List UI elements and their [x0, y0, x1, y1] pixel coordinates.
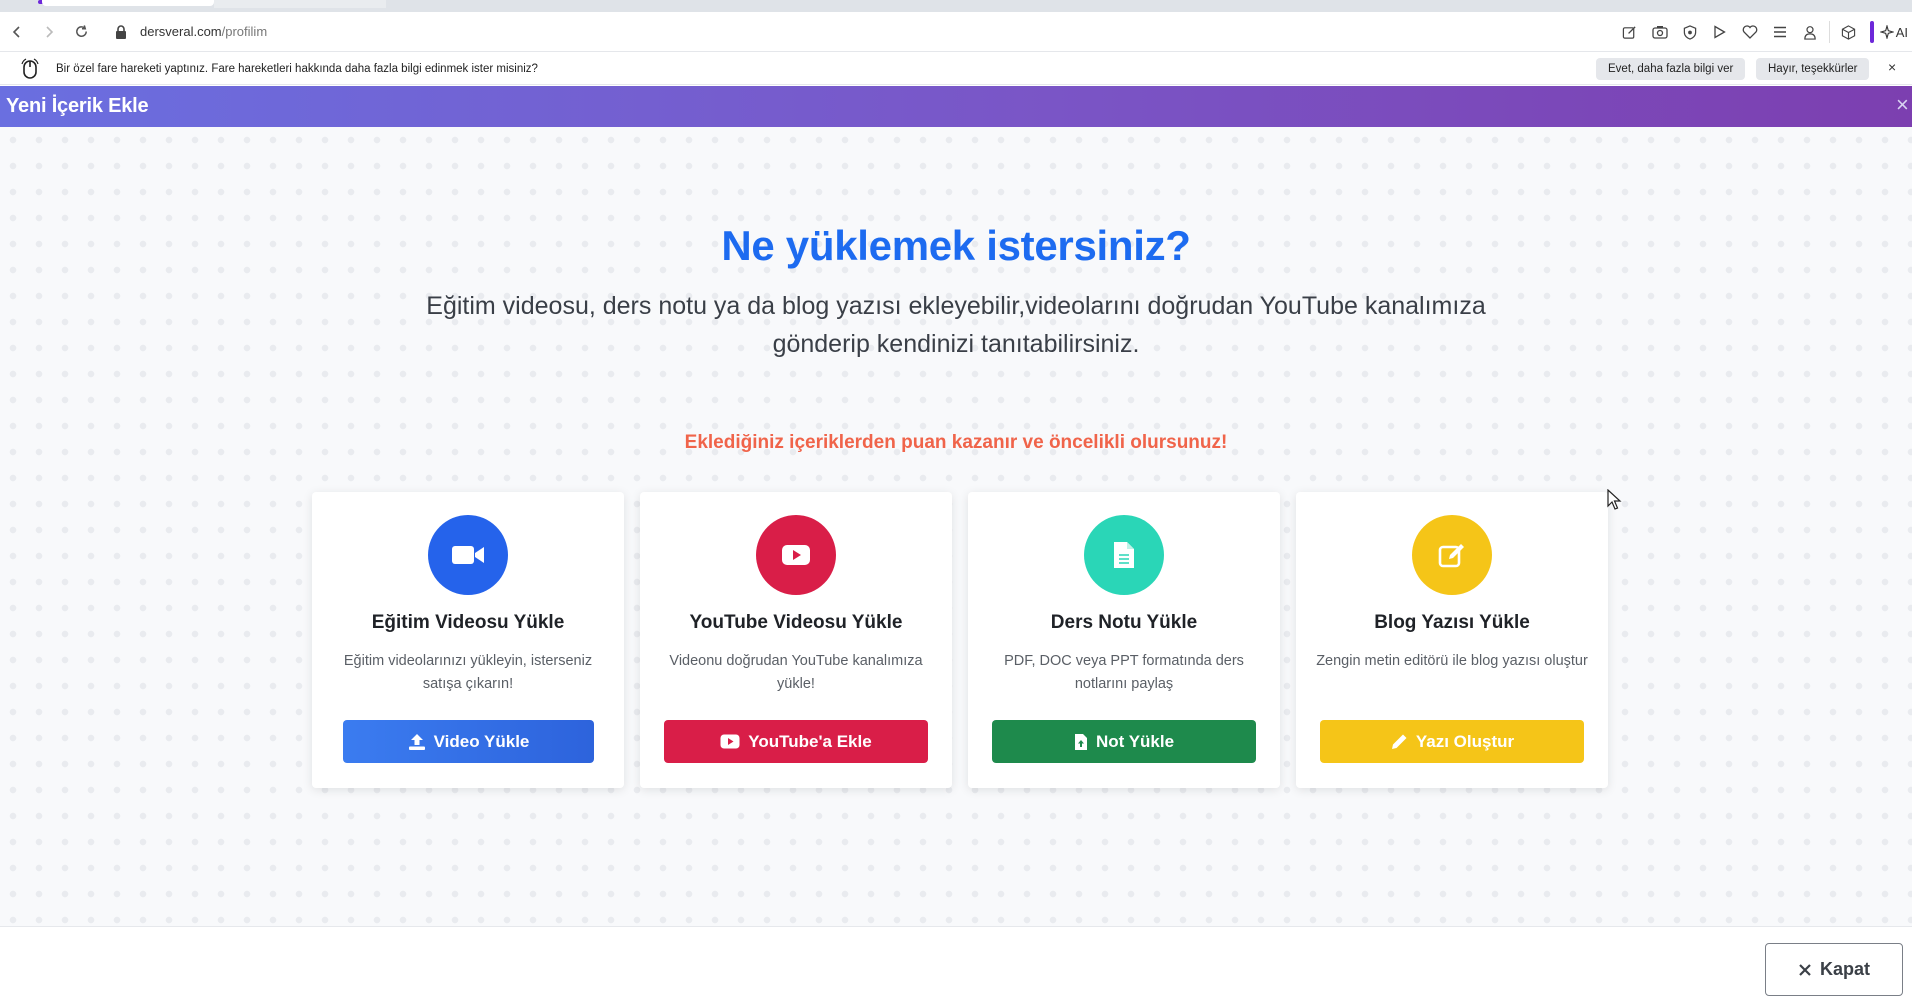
card-description: Eğitim videolarınızı yükleyin, isterseni… [343, 653, 593, 692]
inactive-tab[interactable] [214, 0, 386, 8]
close-button-label: Kapat [1819, 959, 1870, 979]
sparkle-icon [1879, 25, 1894, 39]
browser-toolbar: dersveral.com/profilim AI [0, 12, 1912, 52]
infobar-message: Bir özel fare hareketi yaptınız. Fare ha… [56, 62, 538, 75]
card-title: Eğitim Videosu Yükle [371, 612, 565, 633]
card-description: Videonu doğrudan YouTube kanalımıza yükl… [669, 653, 923, 692]
promo-text: Eklediğiniz içeriklerden puan kazanır ve… [684, 432, 1228, 453]
ai-button[interactable]: AI [1879, 24, 1912, 40]
infobar-no-button[interactable]: Hayır, teşekkürler [1756, 58, 1870, 80]
toolbar-separator [1828, 21, 1830, 43]
infobar-yes-button[interactable]: Evet, daha fazla bilgi ver [1596, 58, 1746, 80]
card-description: PDF, DOC veya PPT formatında ders notlar… [1004, 653, 1244, 692]
document-icon [1084, 515, 1164, 595]
edit-page-icon[interactable] [1615, 17, 1645, 47]
video-camera-icon [428, 515, 508, 595]
close-modal-button[interactable]: Kapat [1765, 943, 1903, 996]
play-icon[interactable] [1705, 17, 1735, 47]
menu-icon[interactable] [1765, 17, 1795, 47]
youtube-icon [720, 734, 740, 749]
card-education-video: Eğitim Videosu Yükle Eğitim videolarınız… [312, 492, 624, 788]
button-label: Video Yükle [433, 731, 530, 751]
card-title: Blog Yazısı Yükle [1374, 612, 1530, 633]
profile-icon[interactable] [1795, 17, 1825, 47]
youtube-play-icon [756, 515, 836, 595]
page-title: Ne yüklemek istersiniz? [721, 222, 1191, 269]
card-title: YouTube Videosu Yükle [689, 612, 903, 633]
camera-icon[interactable] [1645, 17, 1675, 47]
modal-title: Yeni İçerik Ekle [6, 95, 149, 117]
button-label: Yazı Oluştur [1415, 731, 1515, 751]
forward-button[interactable] [34, 17, 64, 47]
pencil-icon [1391, 734, 1407, 749]
lock-icon[interactable] [114, 24, 128, 40]
upload-video-button[interactable]: Video Yükle [343, 720, 594, 763]
mouse-gesture-infobar: Bir özel fare hareketi yaptınız. Fare ha… [0, 53, 1912, 85]
add-to-youtube-button[interactable]: YouTube'a Ekle [664, 720, 928, 763]
reload-button[interactable] [66, 17, 96, 47]
back-arrow-icon [12, 25, 20, 38]
upload-icon [408, 733, 425, 750]
url-host: dersveral.com [140, 24, 222, 39]
back-button[interactable] [2, 17, 32, 47]
heart-icon[interactable] [1735, 17, 1765, 47]
mouse-cursor-icon [1607, 489, 1622, 510]
ai-indicator [1869, 21, 1874, 43]
card-description: Zengin metin editörü ile blog yazısı olu… [1316, 653, 1588, 669]
mouse-gesture-icon [20, 57, 40, 80]
reload-icon [75, 25, 87, 37]
button-label: YouTube'a Ekle [748, 731, 872, 751]
file-upload-icon [1074, 733, 1087, 750]
button-label: Not Yükle [1095, 731, 1175, 751]
card-blog-post: Blog Yazısı Yükle Zengin metin editörü i… [1296, 492, 1608, 788]
modal-body: Ne yüklemek istersiniz? Eğitim videosu, … [0, 127, 1912, 927]
add-content-modal: Yeni İçerik Ekle × Ne yüklemek istersini… [0, 86, 1912, 1008]
modal-header: Yeni İçerik Ekle × [0, 86, 1912, 127]
card-title: Ders Notu Yükle [1050, 612, 1198, 633]
card-youtube-video: YouTube Videosu Yükle Videonu doğrudan Y… [640, 492, 952, 788]
ai-label: AI [1895, 24, 1908, 40]
create-post-button[interactable]: Yazı Oluştur [1320, 720, 1584, 763]
close-icon [1799, 963, 1811, 976]
modal-close-icon[interactable]: × [1896, 94, 1909, 116]
active-tab[interactable] [42, 0, 214, 6]
page-description: Eğitim videosu, ders notu ya da blog yaz… [426, 292, 1486, 358]
url-path: /profilim [221, 24, 268, 39]
upload-options: Eğitim Videosu Yükle Eğitim videolarınız… [312, 492, 1608, 788]
forward-arrow-icon [46, 25, 54, 38]
edit-icon [1412, 515, 1492, 595]
tab-strip [0, 0, 1912, 12]
upload-note-button[interactable]: Not Yükle [992, 720, 1256, 763]
extension-cube-icon[interactable] [1834, 17, 1864, 47]
infobar-close-icon[interactable]: × [1888, 59, 1896, 75]
shield-icon[interactable] [1675, 17, 1705, 47]
address-bar[interactable]: dersveral.com/profilim [140, 24, 267, 39]
toolbar-actions: AI [1615, 12, 1912, 52]
card-lecture-note: Ders Notu Yükle PDF, DOC veya PPT format… [968, 492, 1280, 788]
